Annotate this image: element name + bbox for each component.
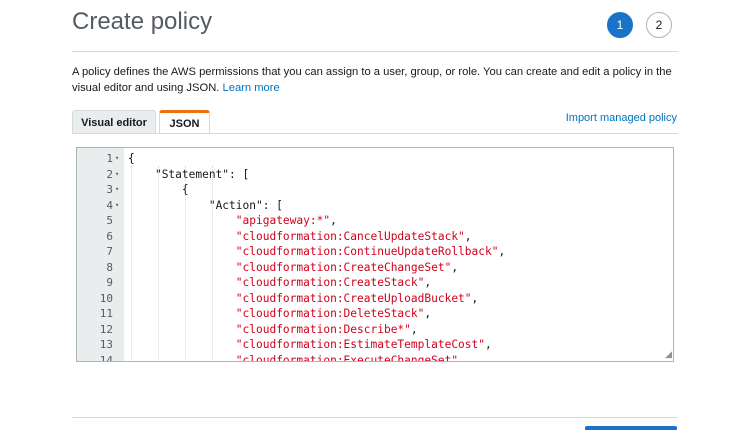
line-number: 9 (106, 276, 113, 289)
fold-arrow-icon[interactable]: ▾ (115, 167, 119, 183)
code-line: 8 "cloudformation:CreateChangeSet", (77, 260, 673, 276)
code-text: "cloudformation:CancelUpdateStack", (128, 229, 472, 245)
code-string: "apigateway:*" (235, 214, 331, 227)
code-line: 10 "cloudformation:CreateUploadBucket", (77, 291, 673, 307)
code-punctuation: , (424, 276, 432, 289)
code-line: 9 "cloudformation:CreateStack", (77, 275, 673, 291)
line-number: 10 (99, 291, 113, 305)
code-string: "cloudformation:ExecuteChangeSet" (235, 353, 459, 362)
line-number: 11 (99, 307, 113, 320)
line-number: 5 (106, 214, 113, 227)
code-punctuation: , (424, 307, 432, 320)
code-text: { (128, 182, 189, 198)
code-string: "cloudformation:CreateStack" (235, 276, 425, 289)
code-token: { (128, 152, 135, 165)
code-text: "cloudformation:EstimateTemplateCost", (128, 337, 492, 353)
line-number: 2 (106, 167, 113, 181)
code-punctuation: , (485, 338, 492, 351)
code-punctuation: , (458, 353, 465, 362)
code-line: 14 "cloudformation:ExecuteChangeSet", (77, 353, 673, 362)
line-number: 4 (106, 198, 113, 212)
fold-arrow-icon[interactable]: ▾ (115, 182, 119, 198)
line-number: 6 (106, 229, 113, 243)
code-string: "cloudformation:ContinueUpdateRollback" (235, 245, 499, 258)
page-title: Create policy (72, 8, 213, 35)
next-button[interactable] (585, 426, 677, 430)
learn-more-link[interactable]: Learn more (223, 82, 280, 94)
code-punctuation: , (410, 322, 418, 336)
code-text: "cloudformation:Describe*", (128, 322, 418, 338)
line-number: 7 (106, 245, 113, 258)
code-text: "cloudformation:CreateChangeSet", (128, 260, 458, 276)
code-string: "cloudformation:Describe*" (235, 322, 411, 336)
code-text: "Action": [ (128, 198, 283, 214)
policy-description: A policy defines the AWS permissions tha… (72, 64, 682, 96)
line-number: 14 (99, 353, 113, 362)
footer-divider (72, 417, 678, 418)
tabs-divider (72, 133, 678, 134)
fold-arrow-icon[interactable]: ▾ (115, 198, 119, 214)
header-divider (72, 51, 678, 52)
code-text: "Statement": [ (128, 167, 249, 183)
code-punctuation: , (464, 229, 472, 243)
code-line: 5 "apigateway:*", (77, 213, 673, 229)
line-number: 1 (106, 152, 113, 165)
code-string: "cloudformation:CreateUploadBucket" (235, 291, 472, 305)
code-line: 11 "cloudformation:DeleteStack", (77, 306, 673, 322)
code-punctuation: , (330, 214, 337, 227)
resize-handle-icon[interactable]: ◢ (665, 349, 672, 360)
code-text: "apigateway:*", (128, 213, 337, 229)
code-text: "cloudformation:ContinueUpdateRollback", (128, 244, 505, 260)
code-string: "cloudformation:DeleteStack" (235, 307, 425, 320)
tab-visual-editor[interactable]: Visual editor (72, 110, 156, 134)
step-indicator-2: 2 (646, 12, 672, 38)
line-number: 12 (99, 322, 113, 336)
code-token: { (181, 183, 189, 196)
code-line: 2 ▾ "Statement": [ (77, 167, 673, 183)
tab-json[interactable]: JSON (159, 110, 210, 134)
description-text: A policy defines the AWS permissions tha… (72, 66, 672, 94)
code-text: "cloudformation:CreateUploadBucket", (128, 291, 479, 307)
code-string: "cloudformation:CancelUpdateStack" (235, 229, 465, 243)
code-punctuation: , (498, 245, 506, 258)
code-line: 7 "cloudformation:ContinueUpdateRollback… (77, 244, 673, 260)
line-number: 8 (106, 260, 113, 274)
line-number: 3 (106, 183, 113, 196)
code-line: 3 ▾ { (77, 182, 673, 198)
code-text: "cloudformation:CreateStack", (128, 275, 431, 291)
fold-arrow-icon[interactable]: ▾ (115, 151, 119, 167)
code-line: 1 ▾ { (77, 151, 673, 167)
line-number: 13 (99, 338, 113, 351)
step-indicator-1: 1 (607, 12, 633, 38)
code-punctuation: , (471, 291, 479, 305)
code-punctuation: , (451, 260, 459, 274)
code-text: "cloudformation:ExecuteChangeSet", (128, 353, 465, 362)
code-line: 12 "cloudformation:Describe*", (77, 322, 673, 338)
code-line: 13 "cloudformation:EstimateTemplateCost"… (77, 337, 673, 353)
code-token: "Statement": [ (154, 167, 250, 181)
code-token: "Action": [ (208, 198, 283, 212)
code-line: 6 "cloudformation:CancelUpdateStack", (77, 229, 673, 245)
code-text: "cloudformation:DeleteStack", (128, 306, 431, 322)
code-string: "cloudformation:EstimateTemplateCost" (235, 338, 485, 351)
code-text: { (128, 151, 135, 167)
json-editor[interactable]: 1 ▾{2 ▾ "Statement": [3 ▾ {4 ▾ "Action": [5 … (76, 147, 674, 362)
import-managed-policy-link[interactable]: Import managed policy (566, 112, 677, 124)
code-lines: 1 ▾{2 ▾ "Statement": [3 ▾ {4 ▾ "Action": [5 … (77, 151, 673, 362)
code-string: "cloudformation:CreateChangeSet" (235, 260, 452, 274)
code-line: 4 ▾ "Action": [ (77, 198, 673, 214)
